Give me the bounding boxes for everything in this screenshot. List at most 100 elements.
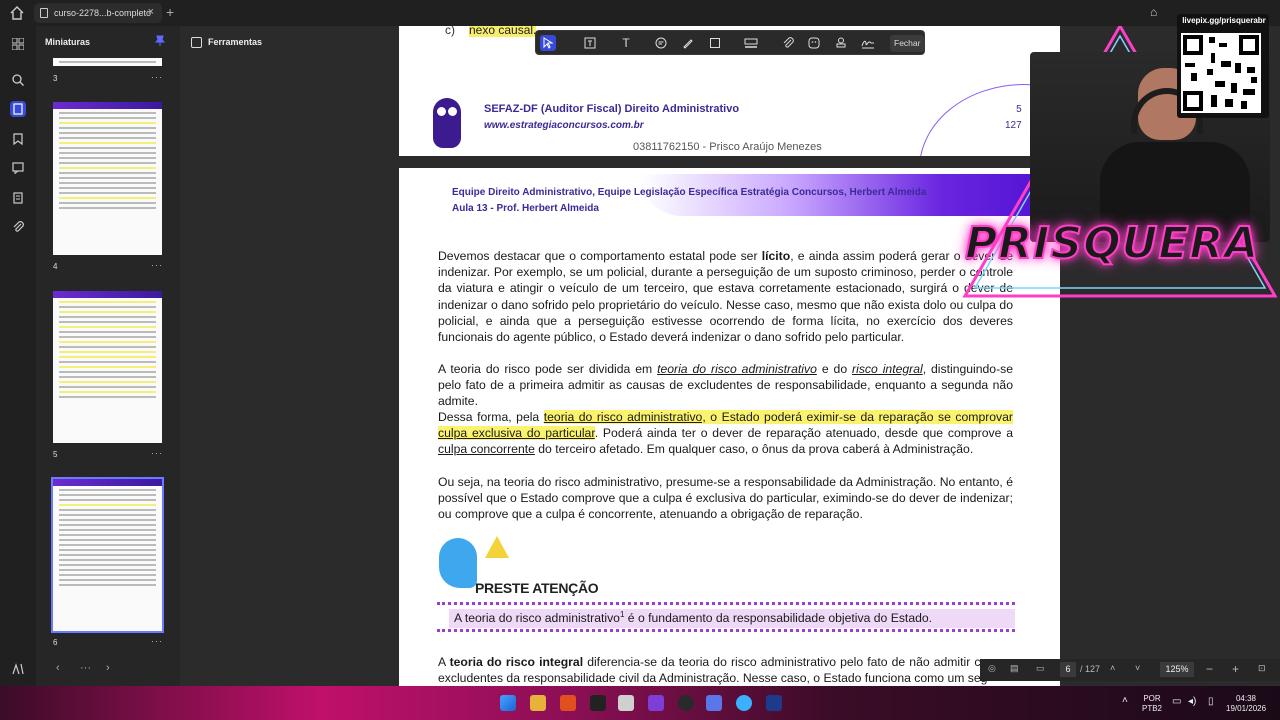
streamer-brand: PRISQUERA	[964, 217, 1260, 270]
zoom-in-icon[interactable]: +	[1232, 662, 1239, 676]
volume-icon[interactable]: ◂)	[1188, 697, 1196, 707]
next-page-icon[interactable]: ˅	[1135, 663, 1140, 673]
paragraph: Dessa forma, pela teoria do risco admini…	[438, 410, 1013, 457]
network-icon[interactable]: ▭	[1172, 697, 1181, 707]
page-number-input[interactable]: 6	[1060, 662, 1076, 677]
apps-icon[interactable]	[10, 36, 26, 52]
document-tab[interactable]: curso-2278...b-completo ×	[34, 3, 162, 23]
prev-page-icon[interactable]: ˄	[1110, 663, 1115, 673]
close-tab-icon[interactable]: ×	[148, 6, 154, 18]
bookmark-icon[interactable]	[10, 131, 26, 147]
watermark-owner: 03811762150 - Prisco Araújo Menezes	[633, 141, 822, 153]
search-icon[interactable]	[10, 72, 26, 88]
terminal-icon[interactable]	[590, 695, 606, 711]
page-controls: ◎ ▤ ▭ 6 / 127 ˄ ˅ 125% − + ⊡	[980, 659, 1280, 681]
sticker-tool-icon[interactable]	[806, 35, 822, 51]
text-tool-icon[interactable]: T	[618, 35, 634, 51]
new-tab-button[interactable]: +	[166, 4, 174, 20]
header-site: www.estrategiaconcursos.com.br	[484, 120, 644, 131]
page-thumbnail[interactable]	[53, 58, 162, 66]
highlight-tool-icon[interactable]	[743, 35, 759, 51]
item-label: c)	[445, 26, 455, 37]
language-indicator[interactable]: POR PTB2	[1140, 694, 1164, 714]
page-number: 5	[53, 450, 58, 459]
comment-tool-icon[interactable]	[653, 35, 669, 51]
tab-title: curso-2278...b-completo	[54, 8, 152, 18]
list-item: c) nexo causal.	[445, 26, 537, 37]
zoom-level[interactable]: 125%	[1160, 662, 1194, 677]
layers-icon[interactable]	[10, 190, 26, 206]
page-number: 3	[53, 74, 58, 83]
panel-title: Miniaturas	[45, 37, 91, 47]
brave-browser-icon[interactable]	[560, 695, 576, 711]
present-icon[interactable]: ▭	[1036, 663, 1045, 674]
page-thumbnail[interactable]	[53, 102, 162, 255]
title-bar: curso-2278...b-completo × +	[0, 0, 1280, 26]
stamp-tool-icon[interactable]	[833, 35, 849, 51]
video-app-icon[interactable]	[648, 695, 664, 711]
edge-icon[interactable]	[736, 695, 752, 711]
page-header-authors: Equipe Direito Administrativo, Equipe Le…	[452, 187, 927, 198]
next-icon[interactable]: ›	[106, 662, 110, 674]
text-box-tool-icon[interactable]	[582, 35, 598, 51]
qr-code	[1181, 33, 1261, 113]
page-thumbnail[interactable]	[53, 291, 162, 443]
obs-icon[interactable]	[678, 695, 694, 711]
home-icon[interactable]	[9, 5, 25, 21]
tools-button[interactable]: Ferramentas	[191, 33, 262, 51]
fullscreen-icon[interactable]: ⊡	[1258, 663, 1266, 674]
thumbnails-panel: Miniaturas 3 ··· 4 ··· 5 ··· 6 ··· ‹ ···…	[36, 26, 180, 686]
item-text: nexo causal.	[469, 26, 537, 37]
zoom-out-icon[interactable]: −	[1206, 662, 1213, 676]
attention-owl-icon	[439, 538, 477, 588]
owl-logo	[433, 98, 461, 148]
attach-tool-icon[interactable]	[780, 35, 796, 51]
sign-icon[interactable]	[10, 661, 26, 677]
attention-title: PRESTE ATENÇÃO	[475, 580, 599, 596]
qr-label: livepix.gg/prisquerabr	[1182, 16, 1266, 25]
tools-icon	[191, 36, 202, 48]
paragraph: Devemos destacar que o comportamento est…	[438, 249, 1013, 345]
thumbnails-nav: ‹ ··· ›	[36, 654, 180, 686]
annotation-toolbar: T Fechar	[535, 30, 925, 55]
comments-icon[interactable]	[10, 160, 26, 176]
more-icon[interactable]: ···	[80, 662, 91, 674]
thumbnail-menu[interactable]: ···	[151, 448, 163, 458]
draw-tool-icon[interactable]	[680, 35, 696, 51]
page-total: / 127	[1080, 664, 1101, 674]
select-tool-icon[interactable]	[540, 35, 556, 51]
thumbnail-menu[interactable]: ···	[151, 72, 163, 82]
attention-text: A teoria do risco administrativo1 é o fu…	[454, 610, 933, 626]
close-annotation-button[interactable]: Fechar	[890, 35, 925, 52]
signature-tool-icon[interactable]	[860, 35, 876, 51]
thumbnails-icon[interactable]	[10, 101, 26, 117]
app-icon[interactable]	[618, 695, 634, 711]
tools-label: Ferramentas	[208, 37, 263, 47]
thumbnail-menu[interactable]: ···	[151, 260, 163, 270]
pdf-app-icon[interactable]	[766, 695, 782, 711]
prev-icon[interactable]: ‹	[56, 662, 60, 674]
header-title: SEFAZ-DF (Auditor Fiscal) Direito Admini…	[484, 103, 740, 115]
page-number: 4	[53, 262, 58, 271]
start-icon[interactable]	[500, 695, 516, 711]
page-layout-icon[interactable]: ▤	[1010, 663, 1019, 674]
file-explorer-icon[interactable]	[530, 695, 546, 711]
notification-icon[interactable]: ⌂	[1150, 5, 1157, 19]
fit-icon[interactable]: ◎	[988, 663, 996, 674]
paragraph: Ou seja, na teoria do risco administrati…	[438, 475, 1013, 522]
shape-tool-icon[interactable]	[707, 35, 723, 51]
document-icon	[40, 8, 48, 18]
paragraph: A teoria do risco integral diferencia-se…	[438, 655, 1014, 686]
clock[interactable]: 04:38 19/01/2026	[1226, 694, 1266, 714]
thumbnail-menu[interactable]: ···	[151, 636, 163, 646]
tray-expand-icon[interactable]: ˄	[1122, 696, 1128, 706]
pin-icon[interactable]	[154, 35, 166, 50]
chat-app-icon[interactable]	[706, 695, 722, 711]
taskbar: ˄ POR PTB2 ▭ ◂) ▯ 04:38 19/01/2026	[0, 686, 1280, 720]
battery-icon[interactable]: ▯	[1208, 697, 1214, 707]
page-header-lesson: Aula 13 - Prof. Herbert Almeida	[452, 203, 599, 214]
paragraph: A teoria do risco pode ser dividida em t…	[438, 362, 1014, 409]
warning-icon	[485, 536, 509, 558]
attachment-icon[interactable]	[10, 219, 26, 235]
page-thumbnail-selected[interactable]	[51, 477, 164, 633]
